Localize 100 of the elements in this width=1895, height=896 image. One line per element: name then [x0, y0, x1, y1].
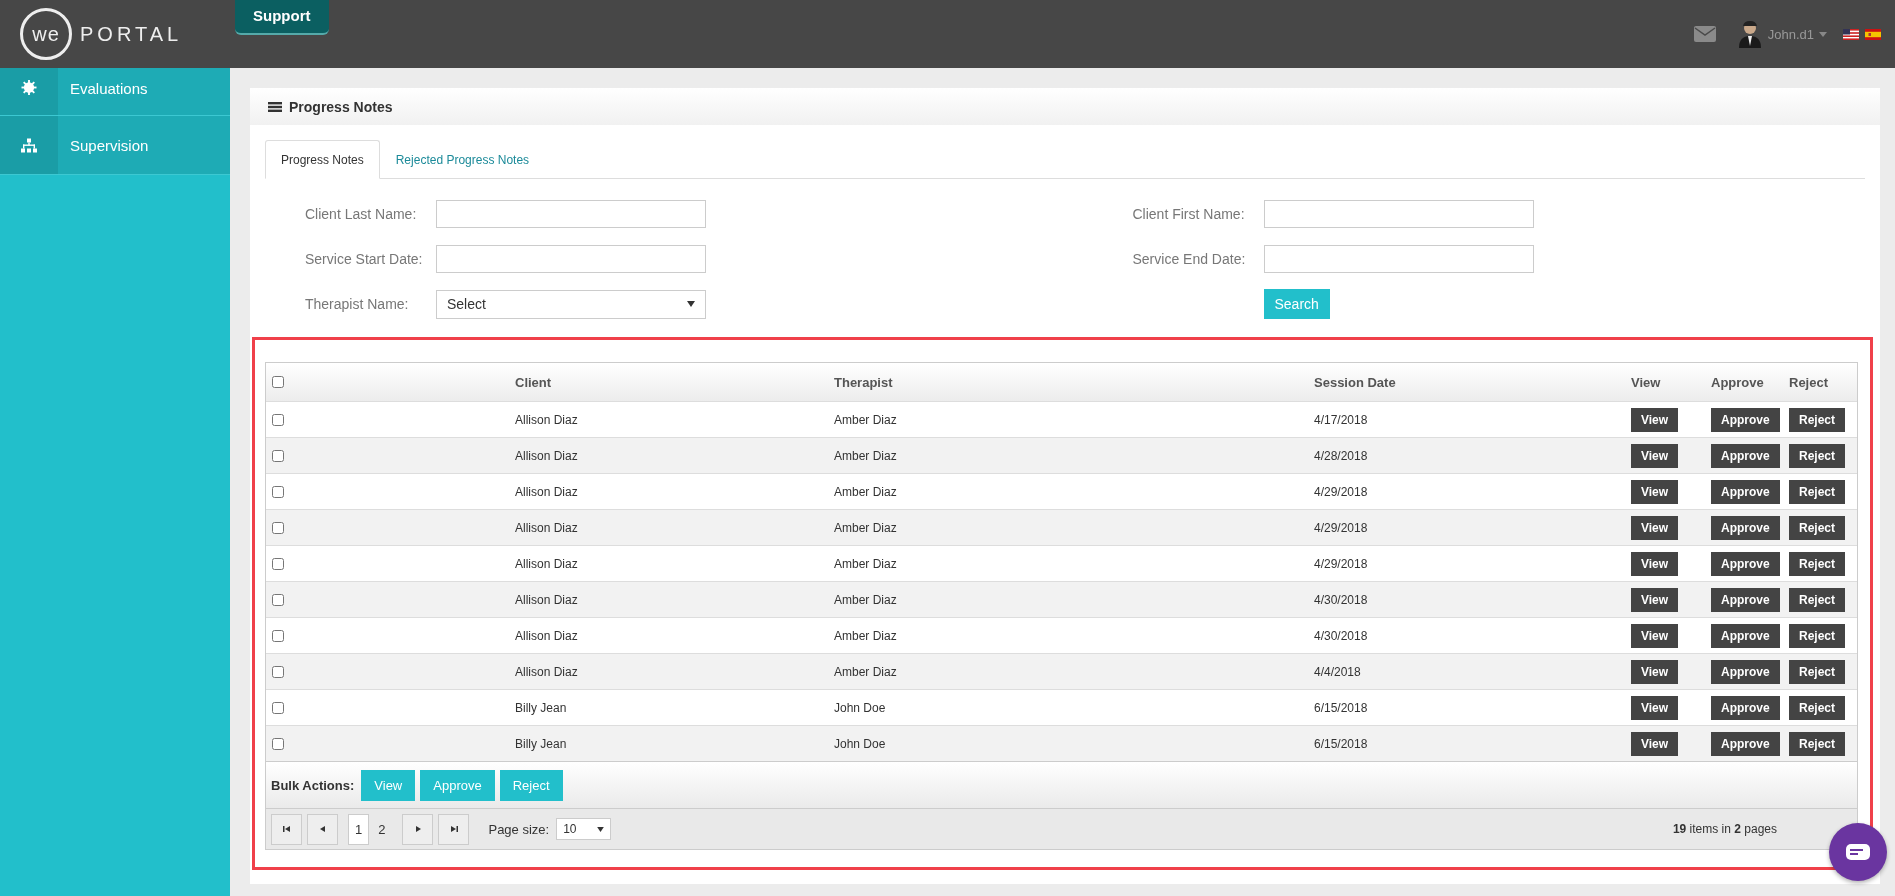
hierarchy-icon	[21, 137, 37, 153]
view-button[interactable]: View	[1631, 479, 1679, 504]
checkbox[interactable]	[272, 665, 284, 678]
table-cell-text: Amber Diaz	[834, 592, 898, 607]
tab[interactable]: Rejected Progress Notes	[379, 140, 546, 179]
table-cell-text: Billy Jean	[515, 736, 568, 751]
approve-button[interactable]: Approve	[1711, 623, 1780, 648]
table-cell-text: John Doe	[834, 736, 887, 751]
view-button[interactable]: View	[1631, 407, 1679, 432]
reject-button[interactable]: Reject	[1789, 479, 1846, 504]
page-number[interactable]: 2	[371, 813, 393, 845]
table-cell-text: Amber Diaz	[834, 484, 898, 499]
select-field[interactable]: Select	[436, 289, 706, 319]
reject-button[interactable]: Reject	[1789, 659, 1846, 684]
table-cell-text: Amber Diaz	[834, 448, 898, 463]
view-button[interactable]: View	[1631, 587, 1679, 612]
logo-text: PORTAL	[80, 22, 183, 46]
approve-button[interactable]: Approve	[1711, 587, 1780, 612]
page-number[interactable]: 1	[348, 813, 370, 845]
page-size-label: Page size:	[488, 821, 550, 837]
approve-button[interactable]: Approve	[1711, 659, 1780, 684]
flag-icon[interactable]	[1865, 28, 1881, 40]
caret-icon	[597, 826, 605, 832]
panel-title: Progress Notes	[289, 98, 393, 115]
column-header: Session Date	[1314, 374, 1397, 390]
table-cell-text: Allison Diaz	[515, 628, 579, 643]
view-button[interactable]: View	[1631, 623, 1679, 648]
checkbox[interactable]	[272, 737, 284, 750]
table-cell-text: Amber Diaz	[834, 412, 898, 427]
checkbox[interactable]	[272, 413, 284, 426]
tab[interactable]: Progress Notes	[265, 140, 380, 179]
logo[interactable]: we PORTAL	[0, 8, 230, 60]
input-field[interactable]	[436, 200, 706, 228]
first-page-icon	[282, 825, 291, 833]
view-button[interactable]: View	[1631, 515, 1679, 540]
view-button[interactable]: View	[1631, 443, 1679, 468]
support-tab[interactable]: Support	[235, 0, 329, 35]
table-cell-text: Amber Diaz	[834, 664, 898, 679]
table-cell-text: Allison Diaz	[515, 484, 579, 499]
reject-button[interactable]: Reject	[1789, 695, 1846, 720]
reject-button[interactable]: Reject	[1789, 731, 1846, 756]
chat-icon	[1846, 844, 1870, 860]
reject-button[interactable]: Reject	[1789, 587, 1846, 612]
reject-button[interactable]: Reject	[1789, 407, 1846, 432]
input-field[interactable]	[436, 245, 706, 273]
field-label: Therapist Name:	[305, 296, 410, 312]
table-cell-text: 4/29/2018	[1314, 556, 1369, 571]
flag-icon[interactable]	[1843, 28, 1859, 40]
table-cell-text: John Doe	[834, 700, 887, 715]
view-button[interactable]: View	[1631, 551, 1679, 576]
checkbox[interactable]	[272, 701, 284, 714]
field-label: Client Last Name:	[305, 206, 418, 222]
checkbox[interactable]	[272, 593, 284, 606]
caret-icon	[687, 301, 695, 307]
approve-button[interactable]: Approve	[1711, 443, 1780, 468]
table-cell-text: Allison Diaz	[515, 448, 579, 463]
table-cell-text: Allison Diaz	[515, 592, 579, 607]
checkbox[interactable]	[272, 557, 284, 570]
reject-button[interactable]: Reject	[1789, 551, 1846, 576]
page-size-select[interactable]: 10	[556, 818, 612, 840]
approve-button[interactable]: Approve	[1711, 407, 1780, 432]
reject-button[interactable]: Reject	[1789, 443, 1846, 468]
logo-mark: we	[20, 8, 72, 60]
checkbox[interactable]	[272, 485, 284, 498]
next-icon	[413, 825, 422, 833]
table-cell-text: 4/28/2018	[1314, 448, 1369, 463]
table-cell-text: Amber Diaz	[834, 556, 898, 571]
column-header: Client	[515, 374, 553, 390]
table-cell-text: 4/29/2018	[1314, 484, 1369, 499]
view-button[interactable]: View	[1631, 731, 1679, 756]
table-cell-text: Allison Diaz	[515, 556, 579, 571]
table-cell-text: 4/30/2018	[1314, 628, 1369, 643]
last-page-button[interactable]	[438, 813, 470, 845]
first-page-button[interactable]	[271, 813, 302, 845]
mail-icon[interactable]	[1693, 26, 1716, 42]
approve-button[interactable]: Approve	[1711, 479, 1780, 504]
table-cell-text: 6/15/2018	[1314, 700, 1369, 715]
table-cell-text: 4/30/2018	[1314, 592, 1369, 607]
field-label: Service Start Date:	[305, 251, 424, 267]
checkbox[interactable]	[272, 449, 284, 462]
view-button[interactable]: View	[1631, 695, 1679, 720]
column-header: Approve	[1711, 374, 1765, 390]
approve-button[interactable]: Approve	[1711, 731, 1780, 756]
checkbox[interactable]	[272, 521, 284, 534]
view-button[interactable]: View	[1631, 659, 1679, 684]
pager-summary: 19 items in 2 pages	[1672, 822, 1777, 836]
table-cell-text: 4/4/2018	[1314, 664, 1362, 679]
column-header: Therapist	[834, 374, 894, 390]
approve-button[interactable]: Approve	[1711, 515, 1780, 540]
table-cell-text: Amber Diaz	[834, 520, 898, 535]
approve-button[interactable]: Approve	[1711, 551, 1780, 576]
input-field[interactable]	[1263, 200, 1534, 228]
list-icon	[268, 101, 282, 112]
reject-button[interactable]: Reject	[1789, 515, 1846, 540]
reject-button[interactable]: Reject	[1789, 623, 1846, 648]
checkbox[interactable]	[272, 629, 284, 642]
input-field[interactable]	[1263, 245, 1534, 273]
last-page-icon	[449, 825, 458, 833]
approve-button[interactable]: Approve	[1711, 695, 1780, 720]
checkbox[interactable]	[272, 376, 284, 388]
